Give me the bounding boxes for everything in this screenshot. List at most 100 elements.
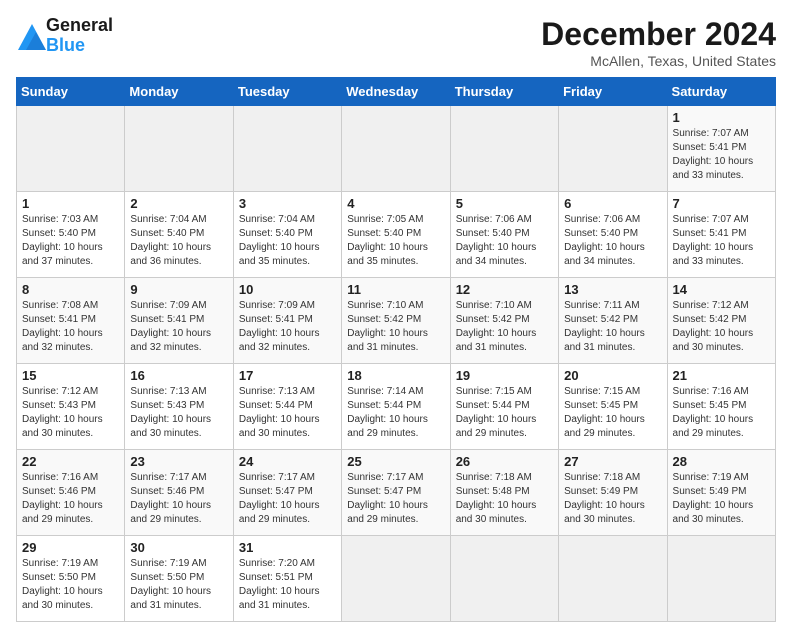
day-info: Sunrise: 7:17 AMSunset: 5:47 PMDaylight:… xyxy=(239,471,336,527)
day-number: 29 xyxy=(22,540,119,555)
calendar-cell: 11 Sunrise: 7:10 AMSunset: 5:42 PMDayligh… xyxy=(342,278,450,364)
day-number: 20 xyxy=(564,368,661,383)
day-info: Sunrise: 7:05 AMSunset: 5:40 PMDaylight:… xyxy=(347,213,444,269)
calendar-table: SundayMondayTuesdayWednesdayThursdayFrid… xyxy=(16,77,776,622)
calendar-cell: 30 Sunrise: 7:19 AMSunset: 5:50 PMDayligh… xyxy=(125,536,233,622)
calendar-cell: 17Sunrise: 7:13 AMSunset: 5:44 PMDayligh… xyxy=(233,364,341,450)
month-title: December 2024 xyxy=(541,16,776,53)
day-info: Sunrise: 7:10 AMSunset: 5:42 PMDaylight:… xyxy=(347,299,444,355)
calendar-cell: 20Sunrise: 7:15 AMSunset: 5:45 PMDayligh… xyxy=(559,364,667,450)
day-info: Sunrise: 7:04 AMSunset: 5:40 PMDaylight:… xyxy=(239,213,336,269)
day-number: 31 xyxy=(239,540,336,555)
day-number: 15 xyxy=(22,368,119,383)
location: McAllen, Texas, United States xyxy=(541,53,776,69)
day-number: 14 xyxy=(673,282,770,297)
header-wednesday: Wednesday xyxy=(342,78,450,106)
calendar-cell: 16Sunrise: 7:13 AMSunset: 5:43 PMDayligh… xyxy=(125,364,233,450)
day-info: Sunrise: 7:18 AMSunset: 5:48 PMDaylight:… xyxy=(456,471,553,527)
calendar-cell: 5Sunrise: 7:06 AMSunset: 5:40 PMDaylight… xyxy=(450,192,558,278)
logo-icon xyxy=(16,22,44,50)
calendar-cell: 14 Sunrise: 7:12 AMSunset: 5:42 PMDayligh… xyxy=(667,278,775,364)
calendar-cell: 6Sunrise: 7:06 AMSunset: 5:40 PMDaylight… xyxy=(559,192,667,278)
day-number: 12 xyxy=(456,282,553,297)
day-info: Sunrise: 7:04 AMSunset: 5:40 PMDaylight:… xyxy=(130,213,227,269)
calendar-cell xyxy=(667,536,775,622)
day-number: 13 xyxy=(564,282,661,297)
day-info: Sunrise: 7:17 AMSunset: 5:46 PMDaylight:… xyxy=(130,471,227,527)
day-info: Sunrise: 7:09 AMSunset: 5:41 PMDaylight:… xyxy=(239,299,336,355)
calendar-cell: 3Sunrise: 7:04 AMSunset: 5:40 PMDaylight… xyxy=(233,192,341,278)
day-info: Sunrise: 7:11 AMSunset: 5:42 PMDaylight:… xyxy=(564,299,661,355)
calendar-cell xyxy=(559,106,667,192)
calendar-week-4: 22Sunrise: 7:16 AMSunset: 5:46 PMDayligh… xyxy=(17,450,776,536)
header-sunday: Sunday xyxy=(17,78,125,106)
day-number: 25 xyxy=(347,454,444,469)
day-info: Sunrise: 7:19 AMSunset: 5:50 PMDaylight:… xyxy=(130,557,227,613)
day-number: 30 xyxy=(130,540,227,555)
day-info: Sunrise: 7:19 AMSunset: 5:49 PMDaylight:… xyxy=(673,471,770,527)
header-saturday: Saturday xyxy=(667,78,775,106)
day-info: Sunrise: 7:13 AMSunset: 5:43 PMDaylight:… xyxy=(130,385,227,441)
calendar-cell xyxy=(17,106,125,192)
day-info: Sunrise: 7:06 AMSunset: 5:40 PMDaylight:… xyxy=(456,213,553,269)
day-info: Sunrise: 7:07 AMSunset: 5:41 PMDaylight:… xyxy=(673,213,770,269)
header-monday: Monday xyxy=(125,78,233,106)
calendar-cell: 15 Sunrise: 7:12 AMSunset: 5:43 PMDayligh… xyxy=(17,364,125,450)
calendar-header: SundayMondayTuesdayWednesdayThursdayFrid… xyxy=(17,78,776,106)
calendar-cell: 25Sunrise: 7:17 AMSunset: 5:47 PMDayligh… xyxy=(342,450,450,536)
calendar-week-1: 1 Sunrise: 7:03 AMSunset: 5:40 PMDaylight… xyxy=(17,192,776,278)
day-info: Sunrise: 7:20 AMSunset: 5:51 PMDaylight:… xyxy=(239,557,336,613)
day-number: 10 xyxy=(239,282,336,297)
day-number: 1 xyxy=(22,196,119,211)
calendar-cell: 13 Sunrise: 7:11 AMSunset: 5:42 PMDayligh… xyxy=(559,278,667,364)
day-number: 2 xyxy=(130,196,227,211)
day-number: 9 xyxy=(130,282,227,297)
day-info: Sunrise: 7:15 AMSunset: 5:44 PMDaylight:… xyxy=(456,385,553,441)
calendar-cell: 29Sunrise: 7:19 AMSunset: 5:50 PMDayligh… xyxy=(17,536,125,622)
day-number: 26 xyxy=(456,454,553,469)
day-info: Sunrise: 7:03 AMSunset: 5:40 PMDaylight:… xyxy=(22,213,119,269)
calendar-cell: 28 Sunrise: 7:19 AMSunset: 5:49 PMDayligh… xyxy=(667,450,775,536)
calendar-week-5: 29 Sunrise: 7:19 AMSunset: 5:50 PMDayligh… xyxy=(17,536,776,622)
day-number: 7 xyxy=(673,196,770,211)
calendar-cell xyxy=(450,536,558,622)
calendar-cell xyxy=(233,106,341,192)
calendar-cell: 23Sunrise: 7:17 AMSunset: 5:46 PMDayligh… xyxy=(125,450,233,536)
calendar-cell xyxy=(450,106,558,192)
day-number: 6 xyxy=(564,196,661,211)
day-info: Sunrise: 7:09 AMSunset: 5:41 PMDaylight:… xyxy=(130,299,227,355)
day-number: 22 xyxy=(22,454,119,469)
calendar-cell: 12 Sunrise: 7:10 AMSunset: 5:42 PMDayligh… xyxy=(450,278,558,364)
day-number: 8 xyxy=(22,282,119,297)
calendar-cell: 2 Sunrise: 7:04 AMSunset: 5:40 PMDaylight… xyxy=(125,192,233,278)
day-info: Sunrise: 7:07 AMSunset: 5:41 PMDaylight:… xyxy=(673,127,770,183)
day-info: Sunrise: 7:12 AMSunset: 5:42 PMDaylight:… xyxy=(673,299,770,355)
calendar-cell: 31 Sunrise: 7:20 AMSunset: 5:51 PMDayligh… xyxy=(233,536,341,622)
day-number: 1 xyxy=(673,110,770,125)
day-info: Sunrise: 7:08 AMSunset: 5:41 PMDaylight:… xyxy=(22,299,119,355)
calendar-cell xyxy=(342,106,450,192)
day-number: 17 xyxy=(239,368,336,383)
calendar-cell: 27 Sunrise: 7:18 AMSunset: 5:49 PMDayligh… xyxy=(559,450,667,536)
day-number: 18 xyxy=(347,368,444,383)
header-friday: Friday xyxy=(559,78,667,106)
calendar-cell: 22Sunrise: 7:16 AMSunset: 5:46 PMDayligh… xyxy=(17,450,125,536)
day-number: 21 xyxy=(673,368,770,383)
page-header: General Blue December 2024 McAllen, Texa… xyxy=(16,16,776,69)
calendar-week-0: 1 Sunrise: 7:07 AMSunset: 5:41 PMDaylight… xyxy=(17,106,776,192)
calendar-cell: 7 Sunrise: 7:07 AMSunset: 5:41 PMDaylight… xyxy=(667,192,775,278)
day-info: Sunrise: 7:12 AMSunset: 5:43 PMDaylight:… xyxy=(22,385,119,441)
day-info: Sunrise: 7:10 AMSunset: 5:42 PMDaylight:… xyxy=(456,299,553,355)
day-number: 4 xyxy=(347,196,444,211)
calendar-cell: 10 Sunrise: 7:09 AMSunset: 5:41 PMDayligh… xyxy=(233,278,341,364)
calendar-cell xyxy=(125,106,233,192)
day-number: 28 xyxy=(673,454,770,469)
day-number: 24 xyxy=(239,454,336,469)
day-number: 27 xyxy=(564,454,661,469)
calendar-cell: 1 Sunrise: 7:03 AMSunset: 5:40 PMDaylight… xyxy=(17,192,125,278)
calendar-cell: 4 Sunrise: 7:05 AMSunset: 5:40 PMDaylight… xyxy=(342,192,450,278)
day-info: Sunrise: 7:18 AMSunset: 5:49 PMDaylight:… xyxy=(564,471,661,527)
calendar-cell xyxy=(559,536,667,622)
logo-text-line1: General xyxy=(46,16,113,36)
day-number: 11 xyxy=(347,282,444,297)
